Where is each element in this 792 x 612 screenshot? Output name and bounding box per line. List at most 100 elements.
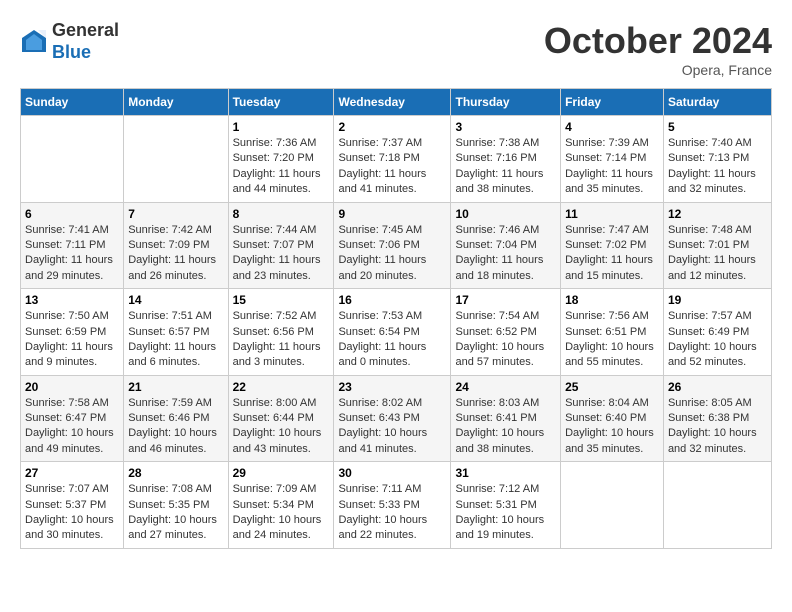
daylight-text: Daylight: 11 hours and 26 minutes.: [128, 254, 216, 281]
sunrise-text: Sunrise: 7:09 AM: [233, 483, 317, 495]
sunset-text: Sunset: 5:37 PM: [25, 499, 106, 511]
daylight-text: Daylight: 11 hours and 18 minutes.: [455, 254, 543, 281]
sunset-text: Sunset: 7:18 PM: [338, 152, 419, 164]
sunrise-text: Sunrise: 7:57 AM: [668, 310, 752, 322]
daylight-text: Daylight: 10 hours and 19 minutes.: [455, 514, 544, 541]
weekday-header: Friday: [561, 89, 664, 116]
sunrise-text: Sunrise: 7:51 AM: [128, 310, 212, 322]
calendar-cell: 10Sunrise: 7:46 AMSunset: 7:04 PMDayligh…: [451, 202, 561, 289]
day-number: 13: [25, 293, 119, 307]
day-number: 31: [455, 466, 556, 480]
sunset-text: Sunset: 7:07 PM: [233, 239, 314, 251]
sunrise-text: Sunrise: 7:38 AM: [455, 137, 539, 149]
day-info: Sunrise: 7:44 AMSunset: 7:07 PMDaylight:…: [233, 223, 330, 285]
day-number: 9: [338, 207, 446, 221]
day-number: 7: [128, 207, 223, 221]
day-info: Sunrise: 7:08 AM Sunset: 5:35 PM Daylight:…: [128, 482, 223, 544]
calendar-cell: [663, 462, 771, 549]
day-info: Sunrise: 8:05 AMSunset: 6:38 PMDaylight:…: [668, 396, 767, 458]
sunset-text: Sunset: 6:47 PM: [25, 412, 106, 424]
sunset-text: Sunset: 6:40 PM: [565, 412, 646, 424]
day-info: Sunrise: 8:04 AMSunset: 6:40 PMDaylight:…: [565, 396, 659, 458]
sunrise-text: Sunrise: 7:36 AM: [233, 137, 317, 149]
day-number: 18: [565, 293, 659, 307]
sunrise-text: Sunrise: 8:03 AM: [455, 397, 539, 409]
calendar-table: SundayMondayTuesdayWednesdayThursdayFrid…: [20, 88, 772, 549]
calendar-week-row: 27Sunrise: 7:07 AMSunset: 5:37 PMDayligh…: [21, 462, 772, 549]
calendar-cell: 29Sunrise: 7:09 AMSunset: 5:34 PMDayligh…: [228, 462, 334, 549]
sunset-text: Sunset: 6:43 PM: [338, 412, 419, 424]
day-number: 2: [338, 120, 446, 134]
sunset-text: Sunset: 7:13 PM: [668, 152, 749, 164]
calendar-cell: 7Sunrise: 7:42 AMSunset: 7:09 PMDaylight…: [124, 202, 228, 289]
day-info: Sunrise: 7:54 AMSunset: 6:52 PMDaylight:…: [455, 309, 556, 371]
calendar-cell: 26 Sunrise: 8:05 AMSunset: 6:38 PMDayligh…: [663, 375, 771, 462]
calendar-cell: 18Sunrise: 7:56 AMSunset: 6:51 PMDayligh…: [561, 289, 664, 376]
sunrise-text: Sunrise: 7:47 AM: [565, 224, 649, 236]
sunset-text: Sunset: 7:14 PM: [565, 152, 646, 164]
sunrise-text: Sunrise: 8:00 AM: [233, 397, 317, 409]
daylight-text: Daylight: 10 hours and 30 minutes.: [25, 514, 114, 541]
day-number: 15: [233, 293, 330, 307]
day-number: 24: [455, 380, 556, 394]
sunrise-text: Sunrise: 7:52 AM: [233, 310, 317, 322]
calendar-cell: 15Sunrise: 7:52 AMSunset: 6:56 PMDayligh…: [228, 289, 334, 376]
day-info: Sunrise: 7:07 AMSunset: 5:37 PMDaylight:…: [25, 482, 119, 544]
day-number: 23: [338, 380, 446, 394]
sunset-text: Sunset: 6:52 PM: [455, 326, 536, 338]
daylight-text: Daylight: 11 hours and 0 minutes.: [338, 341, 426, 368]
calendar-cell: 23 Sunrise: 8:02 AM Sunset: 6:43 PM Dayligh…: [334, 375, 451, 462]
day-number: 14: [128, 293, 223, 307]
daylight-text: Daylight: 11 hours and 41 minutes.: [338, 168, 426, 195]
day-info: Sunrise: 8:03 AMSunset: 6:41 PMDaylight:…: [455, 396, 556, 458]
sunrise-text: Sunrise: 7:12 AM: [455, 483, 539, 495]
daylight-text: Daylight: 10 hours and 41 minutes.: [338, 427, 427, 454]
calendar-cell: 14 Sunrise: 7:51 AM Sunset: 6:57 PM Dayligh…: [124, 289, 228, 376]
sunrise-text: Sunrise: 7:53 AM: [338, 310, 422, 322]
sunset-text: Sunset: 5:35 PM: [128, 499, 209, 511]
day-info: Sunrise: 7:57 AMSunset: 6:49 PMDaylight:…: [668, 309, 767, 371]
sunrise-text: Sunrise: 7:54 AM: [455, 310, 539, 322]
sunset-text: Sunset: 5:31 PM: [455, 499, 536, 511]
day-info: Sunrise: 7:11 AMSunset: 5:33 PMDaylight:…: [338, 482, 446, 544]
daylight-text: Daylight: 11 hours and 29 minutes.: [25, 254, 113, 281]
weekday-header: Sunday: [21, 89, 124, 116]
day-info: Sunrise: 7:39 AM Sunset: 7:14 PM Daylight:…: [565, 136, 659, 198]
sunrise-text: Sunrise: 7:08 AM: [128, 483, 212, 495]
sunset-text: Sunset: 6:38 PM: [668, 412, 749, 424]
daylight-text: Daylight: 11 hours and 35 minutes.: [565, 168, 653, 195]
calendar-cell: 12Sunrise: 7:48 AMSunset: 7:01 PMDayligh…: [663, 202, 771, 289]
logo-text: General Blue: [52, 20, 119, 63]
calendar-cell: 30Sunrise: 7:11 AMSunset: 5:33 PMDayligh…: [334, 462, 451, 549]
calendar-cell: 4Sunrise: 7:39 AMSunset: 7:14 PMDaylight…: [561, 116, 664, 203]
calendar-cell: 11Sunrise: 7:47 AMSunset: 7:02 PMDayligh…: [561, 202, 664, 289]
calendar-week-row: 1Sunrise: 7:36 AMSunset: 7:20 PMDaylight…: [21, 116, 772, 203]
day-number: 21: [128, 380, 223, 394]
day-number: 26: [668, 380, 767, 394]
sunset-text: Sunset: 6:54 PM: [338, 326, 419, 338]
weekday-header: Saturday: [663, 89, 771, 116]
daylight-text: Daylight: 11 hours and 6 minutes.: [128, 341, 216, 368]
sunset-text: Sunset: 7:06 PM: [338, 239, 419, 251]
day-info: Sunrise: 8:02 AM Sunset: 6:43 PM Daylight:…: [338, 396, 446, 458]
calendar-cell: 17Sunrise: 7:54 AMSunset: 6:52 PMDayligh…: [451, 289, 561, 376]
sunset-text: Sunset: 5:34 PM: [233, 499, 314, 511]
day-info: Sunrise: 7:45 AMSunset: 7:06 PMDaylight:…: [338, 223, 446, 285]
daylight-text: Daylight: 11 hours and 23 minutes.: [233, 254, 321, 281]
daylight-text: Daylight: 10 hours and 35 minutes.: [565, 427, 654, 454]
daylight-text: Daylight: 10 hours and 49 minutes.: [25, 427, 114, 454]
location: Opera, France: [544, 62, 772, 78]
daylight-text: Daylight: 11 hours and 3 minutes.: [233, 341, 321, 368]
daylight-text: Daylight: 10 hours and 27 minutes.: [128, 514, 217, 541]
sunset-text: Sunset: 7:16 PM: [455, 152, 536, 164]
sunset-text: Sunset: 6:46 PM: [128, 412, 209, 424]
day-info: Sunrise: 7:12 AM Sunset: 5:31 PM Daylight:…: [455, 482, 556, 544]
sunset-text: Sunset: 7:09 PM: [128, 239, 209, 251]
sunset-text: Sunset: 7:11 PM: [25, 239, 106, 251]
calendar-cell: 8Sunrise: 7:44 AMSunset: 7:07 PMDaylight…: [228, 202, 334, 289]
sunset-text: Sunset: 6:57 PM: [128, 326, 209, 338]
daylight-text: Daylight: 11 hours and 44 minutes.: [233, 168, 321, 195]
sunrise-text: Sunrise: 8:02 AM: [338, 397, 422, 409]
day-number: 1: [233, 120, 330, 134]
sunrise-text: Sunrise: 7:39 AM: [565, 137, 649, 149]
